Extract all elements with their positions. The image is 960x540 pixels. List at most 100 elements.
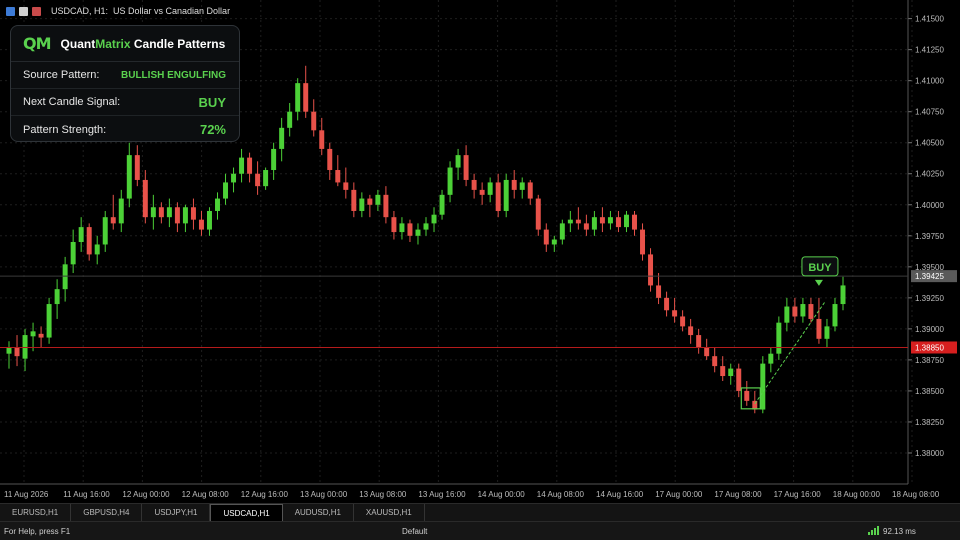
- candle-body: [599, 217, 605, 224]
- candle-body: [503, 179, 509, 211]
- candle-body: [383, 194, 389, 218]
- y-tick-label: 1.38000: [915, 449, 944, 458]
- candle-body: [567, 219, 573, 224]
- y-tick-label: 1.39000: [915, 325, 944, 334]
- x-tick-label: 14 Aug 00:00: [478, 490, 526, 499]
- candle-body: [198, 219, 204, 230]
- candle-body: [375, 194, 381, 205]
- candle-body: [46, 304, 52, 338]
- candle-body: [808, 304, 814, 319]
- tab-xauusd[interactable]: XAUUSD,H1: [354, 504, 425, 522]
- candle-body: [607, 217, 613, 224]
- candle-body: [495, 182, 501, 211]
- ping-value: 92.13 ms: [883, 527, 916, 536]
- candle-body: [86, 227, 92, 255]
- tab-usdcad[interactable]: USDCAD,H1: [210, 504, 283, 522]
- x-tick-label: 11 Aug 2026: [4, 490, 49, 499]
- source-pattern-label: Source Pattern:: [23, 69, 100, 81]
- ask-price-label: 1.38850: [915, 343, 944, 352]
- candle-body: [471, 179, 477, 190]
- candle-body: [776, 322, 782, 354]
- pattern-strength-value: 72%: [199, 122, 226, 137]
- candle-body: [840, 285, 846, 305]
- x-tick-label: 13 Aug 00:00: [300, 490, 348, 499]
- candle-body: [640, 229, 646, 255]
- candle-body: [174, 207, 180, 224]
- chart-title: USDCAD, H1: US Dollar vs Canadian Dollar: [51, 6, 231, 16]
- candle-body: [535, 198, 541, 230]
- candle-body: [182, 207, 188, 224]
- buy-signal-label: BUY: [808, 262, 832, 274]
- candle-body: [696, 335, 702, 348]
- x-tick-label: 14 Aug 16:00: [596, 490, 644, 499]
- candle-body: [736, 368, 742, 391]
- tab-gbpusd[interactable]: GBPUSD,H4: [71, 504, 143, 522]
- candle-body: [680, 316, 686, 327]
- help-text: For Help, press F1: [4, 527, 71, 536]
- candle-body: [768, 353, 774, 364]
- y-tick-label: 1.40000: [915, 201, 944, 210]
- candle-body: [142, 179, 148, 218]
- y-tick-label: 1.39250: [915, 294, 944, 303]
- candle-body: [455, 155, 461, 168]
- candle-body: [688, 326, 694, 336]
- timeframe-icon: [32, 6, 41, 16]
- candle-body: [118, 198, 124, 224]
- candle-body: [415, 229, 421, 236]
- candle-body: [744, 390, 750, 401]
- candle-body: [359, 198, 365, 211]
- candle-body: [632, 214, 637, 230]
- candle-body: [792, 306, 798, 317]
- candle-body: [78, 227, 84, 242]
- x-tick-label: 12 Aug 16:00: [241, 490, 289, 499]
- candle-body: [704, 347, 710, 357]
- candle-body: [527, 182, 533, 199]
- x-tick-label: 17 Aug 00:00: [655, 490, 703, 499]
- candle-body: [447, 167, 453, 195]
- x-tick-label: 13 Aug 08:00: [359, 490, 407, 499]
- candle-body: [134, 155, 140, 180]
- candle-body: [431, 214, 437, 224]
- tab-audusd[interactable]: AUDUSD,H1: [283, 504, 354, 522]
- candle-body: [511, 179, 517, 190]
- chart-window-icon: [6, 6, 15, 16]
- pattern-strength-label: Pattern Strength:: [23, 123, 107, 136]
- source-pattern-value: BULLISH ENGULFING: [121, 69, 226, 81]
- x-tick-label: 11 Aug 16:00: [63, 490, 110, 499]
- next-signal-value: BUY: [198, 94, 226, 110]
- profile-name[interactable]: Default: [402, 527, 427, 536]
- candle-body: [728, 368, 734, 377]
- candle-body: [720, 366, 726, 377]
- buy-arrow-icon: [814, 279, 823, 286]
- candle-body: [760, 363, 766, 410]
- chart-header: USDCAD, H1: US Dollar vs Canadian Dollar: [0, 0, 960, 22]
- candle-body: [399, 223, 405, 233]
- chart-tabs: EURUSD,H1 GBPUSD,H4 USDJPY,H1 USDCAD,H1 …: [0, 503, 960, 522]
- quantmatrix-logo-icon: QM: [23, 34, 52, 53]
- candle-body: [463, 155, 469, 180]
- tab-eurusd[interactable]: EURUSD,H1: [0, 504, 72, 522]
- next-signal-label: Next Candle Signal:: [23, 96, 121, 108]
- bid-price-label: 1.39425: [915, 272, 944, 281]
- candle-body: [583, 223, 589, 230]
- connection-signal-icon: [868, 526, 879, 535]
- y-tick-label: 1.41250: [915, 46, 944, 55]
- candle-body: [664, 297, 670, 311]
- y-tick-label: 1.38500: [915, 387, 944, 396]
- candle-body: [279, 127, 285, 149]
- x-tick-label: 17 Aug 16:00: [774, 490, 822, 499]
- candle-body: [672, 310, 678, 317]
- x-tick-label: 12 Aug 00:00: [122, 490, 170, 499]
- candle-body: [832, 304, 838, 327]
- tab-usdjpy[interactable]: USDJPY,H1: [142, 504, 211, 522]
- candle-body: [231, 173, 237, 183]
- x-tick-label: 18 Aug 00:00: [833, 490, 881, 499]
- candle-body: [22, 335, 28, 359]
- candle-body: [6, 347, 12, 354]
- y-tick-label: 1.41000: [915, 77, 944, 86]
- candle-body: [423, 223, 429, 230]
- next-signal-row: Next Candle Signal: BUY: [11, 89, 239, 116]
- candle-body: [247, 157, 253, 174]
- candle-body: [263, 170, 269, 187]
- candle-body: [319, 130, 325, 149]
